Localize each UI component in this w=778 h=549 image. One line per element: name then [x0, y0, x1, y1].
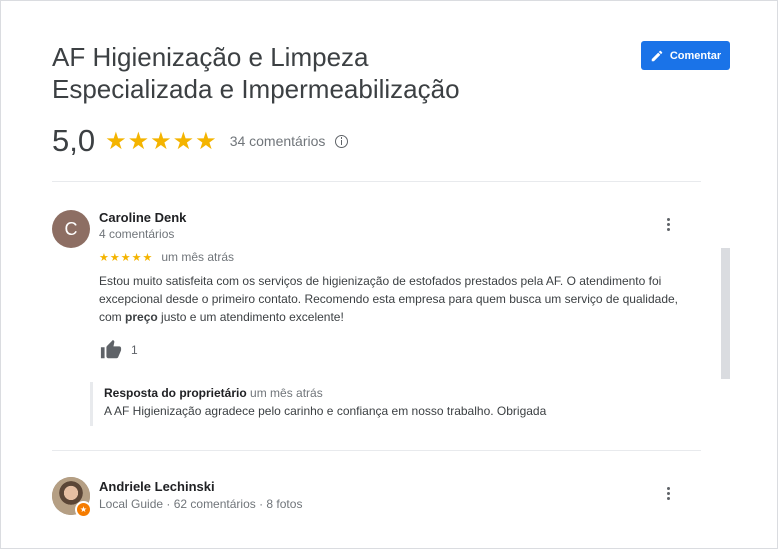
local-guide-icon: ★ [75, 501, 92, 518]
review-stars: ★★★★★ [99, 251, 154, 264]
page-title: AF Higienização e Limpeza Especializada … [52, 41, 592, 105]
more-options-button[interactable] [663, 218, 675, 236]
more-vert-icon [667, 218, 670, 221]
owner-reply-label: Resposta do proprietário [104, 386, 247, 400]
owner-reply-time: um mês atrás [250, 386, 323, 400]
title-line-1: AF Higienização e Limpeza [52, 42, 369, 72]
reviewer-name[interactable]: Andriele Lechinski [99, 479, 215, 494]
review-text-part2: justo e um atendimento excelente! [157, 310, 344, 324]
owner-reply-header: Resposta do proprietário um mês atrás [104, 386, 323, 400]
reviewer-name[interactable]: Caroline Denk [99, 210, 186, 225]
owner-reply-text: A AF Higienização agradece pelo carinho … [104, 404, 547, 418]
average-score: 5,0 [52, 123, 96, 158]
divider [52, 450, 701, 451]
rating-summary: 5,0 ★★★★★ 34 comentários [52, 121, 349, 161]
like-count: 1 [131, 343, 138, 357]
avatar[interactable]: C [52, 210, 90, 248]
pencil-icon [651, 50, 663, 61]
comment-button[interactable]: Comentar [641, 41, 730, 70]
thumbs-up-icon[interactable] [99, 339, 123, 361]
divider [52, 181, 701, 182]
rating-stars: ★★★★★ [105, 127, 218, 155]
more-vert-icon [667, 487, 670, 490]
like-control[interactable]: 1 [99, 339, 138, 361]
reviews-count[interactable]: 34 comentários [230, 133, 326, 149]
more-options-button[interactable] [663, 487, 675, 505]
reviews-panel: AF Higienização e Limpeza Especializada … [0, 0, 778, 549]
review-time: um mês atrás [161, 250, 234, 264]
info-icon[interactable] [335, 134, 349, 148]
review-rating: ★★★★★ um mês atrás [99, 250, 234, 264]
reviewer-meta: Local Guide · 62 comentários · 8 fotos [99, 497, 303, 511]
scrollbar[interactable] [721, 248, 730, 379]
review-text-highlight: preço [125, 310, 158, 324]
owner-reply: Resposta do proprietário um mês atrás A … [90, 382, 693, 426]
title-line-2: Especializada e Impermeabilização [52, 74, 460, 104]
comment-button-label: Comentar [669, 49, 722, 62]
review-text: Estou muito satisfeita com os serviços d… [99, 272, 699, 326]
reviewer-meta: 4 comentários [99, 227, 175, 241]
